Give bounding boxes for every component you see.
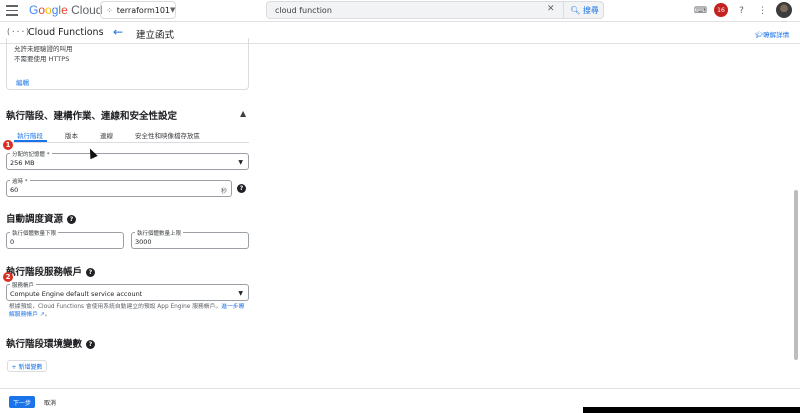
max-instances-value: 3000: [135, 238, 152, 246]
trigger-summary-card: 允許未經驗證的叫用 不需要使用 HTTPS 編輯: [6, 38, 249, 90]
timeout-value: 60: [10, 186, 19, 194]
search-icon: 🔍︎: [570, 5, 581, 15]
min-instances-value: 0: [10, 238, 15, 246]
add-variable-button[interactable]: + 新增變數: [7, 360, 47, 372]
search-value: cloud function: [275, 5, 332, 15]
project-icon: ⁘: [106, 5, 113, 15]
cancel-button[interactable]: 取消: [44, 398, 56, 407]
help-icon[interactable]: ?: [67, 215, 77, 224]
max-instances-label: 執行個體數量上限: [135, 229, 184, 237]
step-marker-1: 1: [3, 140, 13, 150]
autoscaling-title: 自動調度資源?: [6, 211, 77, 225]
help-icon[interactable]: ?: [735, 4, 748, 17]
max-instances-input[interactable]: 執行個體數量上限 3000: [131, 229, 249, 249]
learn-more-link[interactable]: 🎓︎瞭解詳情: [755, 29, 789, 39]
chevron-up-icon[interactable]: ▲: [240, 109, 246, 118]
overlay-bar: [583, 407, 800, 413]
project-name: terraform101: [116, 5, 171, 15]
memory-value: 256 MB: [10, 159, 35, 167]
clear-icon[interactable]: ✕: [547, 4, 555, 14]
dropdown-arrow-icon: ▼: [238, 290, 243, 297]
project-selector[interactable]: ⁘ terraform101 ▼: [100, 1, 176, 19]
help-icon[interactable]: ?: [237, 184, 246, 193]
dropdown-arrow-icon: ▼: [238, 159, 243, 166]
avatar[interactable]: [776, 2, 792, 18]
tab-connections[interactable]: 連線: [100, 130, 113, 140]
more-vert-icon[interactable]: ⋮: [756, 4, 769, 17]
help-icon[interactable]: ?: [86, 268, 96, 277]
memory-select[interactable]: 分配的記憶體 * 256 MB ▼: [6, 150, 249, 170]
service-account-title: 執行階段服務帳戶?: [6, 264, 96, 278]
back-arrow-icon[interactable]: ←: [113, 25, 123, 39]
https-summary: 不需要使用 HTTPS: [14, 55, 70, 63]
min-instances-label: 執行個體數量下限: [10, 229, 59, 237]
google-cloud-logo[interactable]: Google Cloud: [29, 3, 102, 17]
runtime-settings-title[interactable]: 執行階段、建構作業、連線和安全性設定: [6, 108, 177, 122]
timeout-label: 逾時 *: [10, 177, 30, 185]
notification-badge[interactable]: 16: [714, 3, 728, 17]
chevron-down-icon: ▼: [170, 6, 176, 14]
service-account-label: 服務帳戶: [10, 281, 37, 289]
top-bar: Google Cloud ⁘ terraform101 ▼ cloud func…: [0, 0, 800, 22]
search-button[interactable]: 🔍︎ 搜尋: [563, 2, 605, 18]
min-instances-input[interactable]: 執行個體數量下限 0: [6, 229, 124, 249]
help-icon[interactable]: ?: [86, 340, 96, 349]
product-title: Cloud Functions: [28, 27, 104, 38]
edit-link[interactable]: 編輯: [16, 77, 29, 87]
active-tab-indicator: [14, 140, 47, 142]
memory-label: 分配的記憶體 *: [10, 150, 52, 158]
service-account-hint: 根據預設，Cloud Functions 會使用系統自動建立的預設 App En…: [9, 304, 245, 318]
menu-icon[interactable]: [6, 5, 18, 16]
next-button[interactable]: 下一步: [9, 396, 35, 408]
scrollbar[interactable]: [794, 190, 798, 360]
tab-security[interactable]: 安全性和映像檔存放區: [135, 130, 200, 140]
timeout-unit: 秒: [220, 188, 227, 195]
env-variables-title: 執行階段環境變數?: [6, 336, 96, 350]
timeout-input[interactable]: 逾時 * 60 秒: [6, 177, 232, 197]
search-input[interactable]: cloud function ✕ 🔍︎ 搜尋: [266, 1, 604, 19]
auth-summary: 允許未經驗證的叫用: [14, 45, 73, 53]
service-account-select[interactable]: 服務帳戶 Compute Engine default service acco…: [6, 281, 249, 301]
service-account-value: Compute Engine default service account: [10, 290, 143, 298]
tab-runtime[interactable]: 執行階段: [17, 130, 43, 140]
settings-tabs: 執行階段 版本 連線 安全性和映像檔存放區: [6, 126, 249, 143]
tab-build[interactable]: 版本: [65, 130, 78, 140]
cloud-shell-icon[interactable]: ⌨: [694, 4, 707, 17]
